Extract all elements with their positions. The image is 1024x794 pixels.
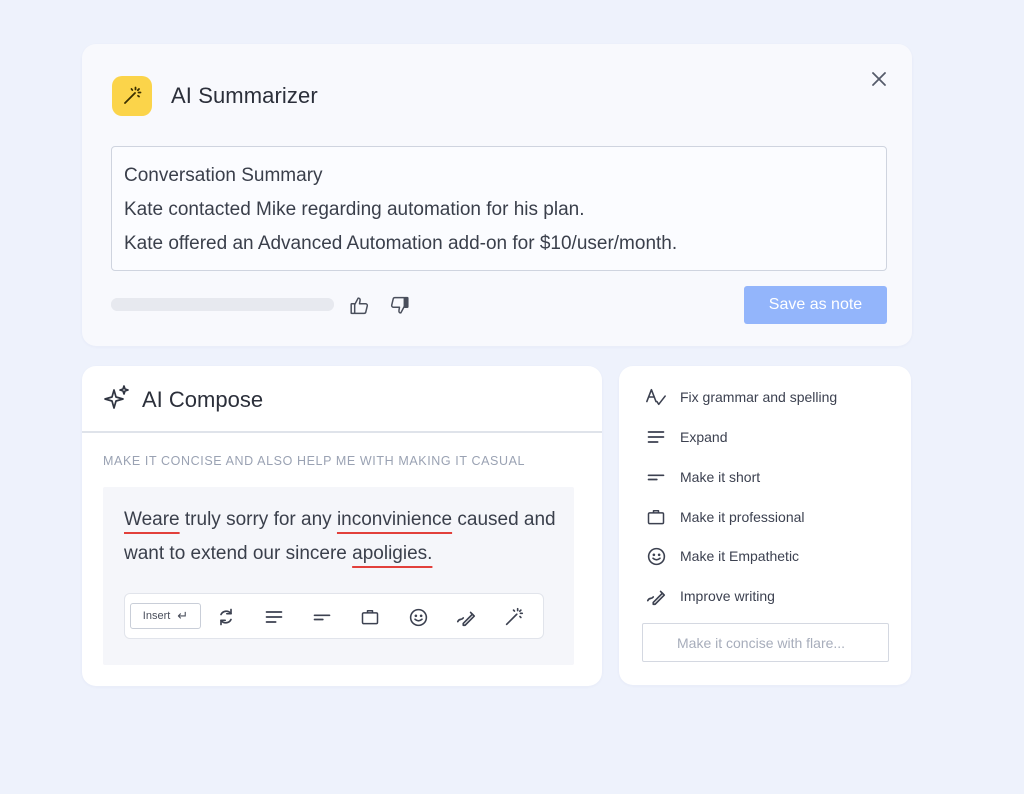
summary-textbox[interactable]: Conversation Summary Kate contacted Mike… xyxy=(111,146,887,271)
enter-icon: ↵ xyxy=(177,608,189,623)
summary-progress-bar xyxy=(111,298,334,311)
option-improve-writing[interactable]: Improve writing xyxy=(645,584,775,608)
compose-header: AI Compose xyxy=(103,384,263,416)
draft-text[interactable]: Weare truly sorry for any inconvinience … xyxy=(124,503,564,571)
misspelled-word[interactable]: inconvinience xyxy=(337,509,452,530)
summary-heading: Conversation Summary xyxy=(124,165,323,186)
summary-progress-fill xyxy=(111,298,334,311)
option-expand[interactable]: Expand xyxy=(645,425,727,449)
shorten-icon xyxy=(645,466,667,488)
compose-title: AI Compose xyxy=(142,387,264,412)
option-make-professional[interactable]: Make it professional xyxy=(645,505,805,529)
improve-writing-icon[interactable] xyxy=(454,605,478,629)
expand-icon xyxy=(645,426,667,448)
grammar-icon xyxy=(645,386,667,408)
magic-wand-logo-icon xyxy=(112,76,152,116)
summarizer-title: AI Summarizer xyxy=(171,83,318,108)
briefcase-icon[interactable] xyxy=(358,605,382,629)
shorten-icon[interactable] xyxy=(310,605,334,629)
close-icon[interactable] xyxy=(868,68,890,90)
divider xyxy=(82,431,602,433)
ai-compose-panel: AI Compose MAKE IT CONCISE AND ALSO HELP… xyxy=(82,366,602,686)
ai-summarizer-panel: AI Summarizer Conversation Summary Kate … xyxy=(82,44,912,346)
compose-prompt: MAKE IT CONCISE AND ALSO HELP ME WITH MA… xyxy=(103,454,526,468)
summarizer-header: AI Summarizer xyxy=(112,76,318,116)
insert-button[interactable]: Insert ↵ xyxy=(130,603,201,629)
option-make-short[interactable]: Make it short xyxy=(645,465,760,489)
save-as-note-button[interactable]: Save as note xyxy=(744,286,887,324)
compose-toolbar: Insert ↵ xyxy=(124,593,544,639)
option-label: Improve writing xyxy=(680,588,775,604)
rephrase-icon[interactable] xyxy=(214,605,238,629)
briefcase-icon xyxy=(645,506,667,528)
misspelled-word[interactable]: Weare xyxy=(124,509,180,530)
thumbs-down-icon[interactable] xyxy=(387,293,411,317)
custom-instruction-input[interactable] xyxy=(642,623,889,662)
summary-line: Kate contacted Mike regarding automation… xyxy=(124,199,585,220)
option-label: Make it Empathetic xyxy=(680,548,800,564)
smiley-icon xyxy=(645,545,667,567)
draft-area[interactable]: Weare truly sorry for any inconvinience … xyxy=(103,487,574,665)
option-fix-grammar[interactable]: Fix grammar and spelling xyxy=(645,385,837,409)
insert-label: Insert xyxy=(142,610,171,622)
summary-line: Kate offered an Advanced Automation add-… xyxy=(124,233,678,254)
thumbs-up-icon[interactable] xyxy=(347,293,371,317)
sparkle-icon xyxy=(103,384,131,417)
option-label: Fix grammar and spelling xyxy=(680,389,838,405)
improve-writing-icon xyxy=(645,585,667,607)
compose-options-panel: Fix grammar and spelling Expand Make it … xyxy=(619,366,911,685)
misspelled-word[interactable]: apoligies. xyxy=(352,543,432,564)
option-make-empathetic[interactable]: Make it Empathetic xyxy=(645,544,799,568)
magic-wand-icon[interactable] xyxy=(502,605,526,629)
draft-fragment: truly sorry for any xyxy=(179,509,337,530)
expand-icon[interactable] xyxy=(262,605,286,629)
option-label: Make it short xyxy=(680,469,761,485)
option-label: Expand xyxy=(680,429,728,445)
smiley-icon[interactable] xyxy=(406,605,430,629)
option-label: Make it professional xyxy=(680,509,805,525)
